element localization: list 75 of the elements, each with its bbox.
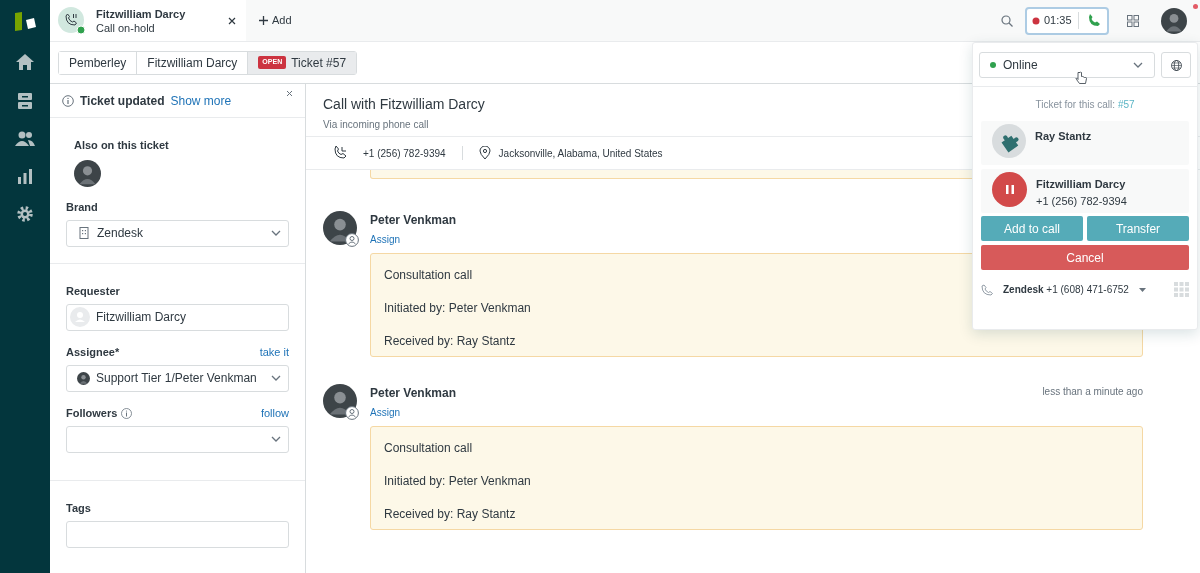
phone-hold-icon <box>58 6 86 35</box>
call-tab-title: Fitzwilliam Darcy <box>96 6 187 21</box>
assignee-dropdown[interactable]: Support Tier 1/Peter Venkman <box>66 364 289 392</box>
phone-icon <box>1086 13 1101 28</box>
collaborator-avatar <box>74 159 101 187</box>
message-line: Initiated by: Peter Venkman <box>384 474 532 488</box>
caller-location: Jacksonville, Alabama, United States <box>498 146 663 161</box>
requester-field[interactable]: Fitzwilliam Darcy <box>66 303 289 331</box>
field-label: Assignee* <box>66 345 120 361</box>
field-label: Brand <box>66 200 98 216</box>
conversation-title: Call with Fitzwilliam Darcy <box>323 95 485 114</box>
online-dot <box>990 62 996 68</box>
close-icon[interactable] <box>228 16 236 25</box>
notification-dot <box>1193 4 1198 9</box>
settings-icon[interactable] <box>16 205 34 223</box>
info-icon <box>62 94 74 107</box>
status-dropdown[interactable]: Online <box>979 52 1155 78</box>
search-icon[interactable] <box>1001 14 1013 27</box>
notice-title: Ticket updated <box>80 92 165 110</box>
caret-down-icon[interactable] <box>1138 287 1146 292</box>
home-icon[interactable] <box>15 53 35 71</box>
assignee-avatar <box>77 371 90 385</box>
field-action-link[interactable]: take it <box>259 344 289 361</box>
add-tab-button[interactable]: Add <box>259 12 292 29</box>
conversation-subtitle: Via incoming phone call <box>323 118 429 132</box>
users-icon[interactable] <box>15 131 35 147</box>
message-line: Initiated by: Peter Venkman <box>384 301 532 315</box>
field-label: Requester <box>66 284 120 300</box>
hold-button[interactable] <box>992 172 1027 207</box>
phone-icon <box>981 283 993 296</box>
field-label: Followers <box>66 406 118 422</box>
agent-badge-icon <box>345 406 359 420</box>
show-more-link[interactable]: Show more <box>170 91 232 110</box>
puzzle-avatar-icon <box>992 124 1026 158</box>
message-line: Received by: Ray Stantz <box>384 334 517 348</box>
pause-icon <box>1005 185 1014 194</box>
info-icon <box>121 408 133 419</box>
section-heading: Also on this ticket <box>74 138 170 153</box>
profile-avatar <box>1161 7 1187 34</box>
globe-button[interactable] <box>1161 52 1191 78</box>
message-line: Received by: Ray Stantz <box>384 507 517 521</box>
call-tab[interactable]: Fitzwilliam Darcy Call on-hold <box>50 0 246 41</box>
call-status: Call on-hold <box>96 20 156 35</box>
message-line: Consultation call <box>384 268 474 282</box>
inbox-icon[interactable] <box>17 92 33 110</box>
ticket-label: Ticket for this call: <box>1035 99 1116 110</box>
recording-icon <box>1032 16 1040 25</box>
participant-name: Fitzwilliam Darcy <box>1036 177 1127 192</box>
building-icon <box>79 227 89 239</box>
phone-incoming-icon <box>333 146 347 160</box>
caller-phone: +1 (256) 782-9394 <box>363 146 446 161</box>
participant-name: Ray Stantz <box>1035 129 1092 144</box>
hand-cursor-icon <box>1075 71 1087 85</box>
assign-link[interactable]: Assign <box>370 405 457 420</box>
globe-icon <box>1170 59 1182 71</box>
brand-dropdown[interactable]: Zendesk <box>66 219 289 247</box>
phone-line-label: Zendesk +1 (608) 471-6752 <box>1003 283 1129 297</box>
logo-icon <box>13 10 37 32</box>
plus-icon <box>259 16 268 25</box>
message-line: Consultation call <box>384 441 474 455</box>
participant-phone: +1 (256) 782-9394 <box>1036 193 1127 209</box>
apps-icon[interactable] <box>1127 14 1139 27</box>
agent-badge-icon <box>345 233 359 247</box>
location-icon <box>478 146 491 160</box>
call-timer-button[interactable]: 01:35 <box>1025 6 1109 35</box>
tags-field[interactable] <box>66 520 289 548</box>
author-name: Peter Venkman <box>370 385 457 402</box>
field-action-link[interactable]: follow <box>260 405 289 422</box>
author-name: Peter Venkman <box>370 212 457 229</box>
message-time: less than a minute ago <box>1042 385 1143 399</box>
bar-chart-icon[interactable] <box>17 168 33 184</box>
assign-link[interactable]: Assign <box>370 232 457 247</box>
call-action-button[interactable]: Cancel <box>981 245 1189 270</box>
call-timer: 01:35 <box>1044 12 1079 29</box>
field-label: Tags <box>66 501 91 517</box>
